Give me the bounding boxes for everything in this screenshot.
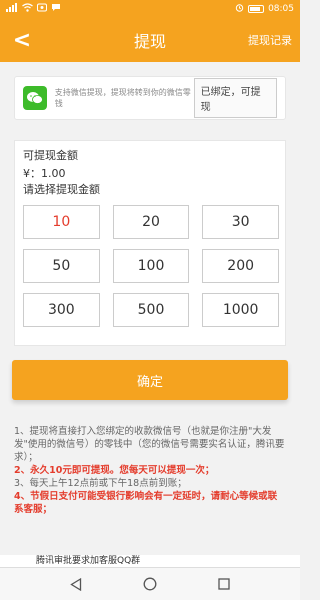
available-amount-value: ¥：1.00 [23,167,66,180]
app-bar: < 提现 提现记录 [0,18,300,62]
notification-icon [37,3,47,15]
amount-grid: 10 20 30 50 100 200 300 500 1000 [23,205,279,327]
amount-option-100[interactable]: 100 [112,249,190,283]
wifi-icon [22,3,33,15]
battery-icon [248,5,265,13]
status-bar: 08:05 [0,0,300,18]
wechat-bound-button[interactable]: 已绑定，可提现 [193,78,277,118]
amount-option-20[interactable]: 20 [112,205,190,239]
withdraw-records-link[interactable]: 提现记录 [248,32,300,48]
chevron-left-icon: < [12,27,32,53]
choose-amount-label: 请选择提现金额 [23,183,100,196]
amount-option-200[interactable]: 200 [202,249,279,283]
nav-back-button[interactable] [68,576,84,592]
note-4: 4、节假日支付可能受银行影响会有一定延时，请耐心等候或联系客服； [14,491,278,515]
amount-option-10[interactable]: 10 [23,205,100,239]
withdraw-notes: 1、提现将直接打入您绑定的收款微信号（也就是你注册"大发发"使用的微信号）的零钱… [14,425,286,516]
amount-option-500[interactable]: 500 [112,293,190,327]
amount-option-50[interactable]: 50 [23,249,100,283]
square-recents-icon [218,578,230,590]
status-icons-right: 08:05 [235,3,294,15]
circle-home-icon [143,577,157,591]
wechat-description: 支持微信提现，提现将转到你的微信零钱 [54,88,191,108]
nav-recents-button[interactable] [216,576,232,592]
note-2: 2、永久10元即可提现。您每天可以提现一次； [14,465,215,476]
nav-home-button[interactable] [142,576,158,592]
note-3: 3、每天上午12点前或下午18点前到账； [14,478,187,489]
message-icon [51,3,61,15]
note-1: 1、提现将直接打入您绑定的收款微信号（也就是你注册"大发发"使用的微信号）的零钱… [14,426,285,463]
back-button[interactable]: < [0,18,44,62]
status-time: 08:05 [268,4,294,14]
system-nav-bar [0,567,300,600]
amount-option-300[interactable]: 300 [23,293,100,327]
amount-option-30[interactable]: 30 [202,205,279,239]
triangle-back-icon [70,577,82,591]
confirm-button[interactable]: 确定 [12,360,288,400]
available-amount-label: 可提现金额 [23,149,78,162]
wechat-card: 支持微信提现，提现将转到你的微信零钱 已绑定，可提现 [14,76,286,120]
signal-icon [6,3,18,15]
wechat-icon [23,86,47,110]
alarm-icon [235,3,244,15]
qq-group-strip[interactable]: 腾讯审批要求加客服QQ群 [0,555,300,567]
withdraw-panel: 可提现金额 ¥：1.00 请选择提现金额 10 20 30 50 100 200 300 50… [14,140,286,346]
status-icons-left [6,3,61,15]
amount-option-1000[interactable]: 1000 [202,293,279,327]
